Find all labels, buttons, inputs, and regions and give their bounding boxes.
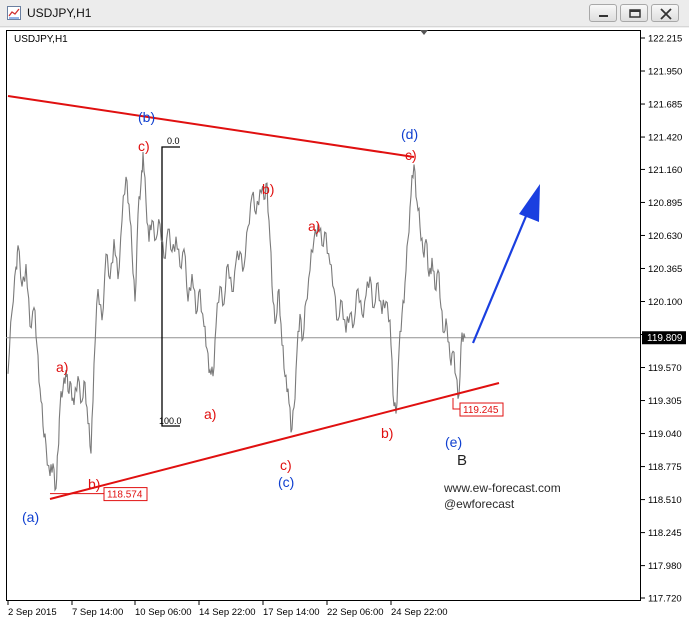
close-button[interactable] [651,4,679,22]
wave-label: a) [204,406,216,422]
x-tick-label: 10 Sep 06:00 [135,607,192,618]
y-tick-label: 117.720 [648,594,682,605]
restore-button[interactable] [620,4,648,22]
y-tick-label: 119.305 [648,396,682,407]
y-tick-label: 121.420 [648,133,682,144]
symbol-label: USDJPY,H1 [14,34,68,45]
chart-area[interactable]: USDJPY,H1 122.215 121.950 121.685 121.420 12… [0,28,689,627]
x-tick-label: 2 Sep 2015 [8,607,57,618]
wave-label: b) [88,476,100,492]
close-icon [660,8,672,20]
y-tick-label: 120.100 [648,297,682,308]
y-axis: 122.215 121.950 121.685 121.420 121.160 120.8… [640,34,682,605]
wave-label: (c) [278,474,294,490]
wave-label: c) [280,457,292,473]
y-tick-label: 117.980 [648,561,682,572]
window-title: USDJPY,H1 [27,6,92,20]
y-tick-label: 121.685 [648,100,682,111]
wave-label: b) [381,425,393,441]
watermark-site: www.ew-forecast.com [444,481,561,495]
y-tick-label: 121.160 [648,165,682,176]
x-tick-label: 22 Sep 06:00 [327,607,384,618]
y-tick-label: 119.040 [648,429,682,440]
wave-label: (e) [445,434,462,450]
fib-level-0: 0.0 [167,136,180,146]
current-price-label: 119.809 [647,333,683,344]
wave-label: c) [405,147,417,163]
chart-window: USDJPY,H1 USDJPY,H1 122.215 121.950 121.68… [0,0,689,627]
y-tick-label: 120.630 [648,231,682,242]
wave-label: a) [56,359,68,375]
x-tick-label: 7 Sep 14:00 [72,607,123,618]
callout-label: 119.245 [463,405,499,416]
x-tick-label: 24 Sep 22:00 [391,607,448,618]
wave-label: a) [308,218,320,234]
y-tick-label: 118.245 [648,528,682,539]
price-chart[interactable]: USDJPY,H1 122.215121.950121.685121.42012… [0,28,689,627]
wave-label: (d) [401,126,418,142]
chart-window-icon [7,6,21,20]
y-tick-label: 120.365 [648,264,682,275]
y-tick-label: 122.215 [648,34,682,45]
minimize-button[interactable] [589,4,617,22]
y-tick-label: 119.570 [648,363,682,374]
callout-label: 118.574 [107,490,143,501]
wave-label: b) [262,181,274,197]
wave-label: (a) [22,509,39,525]
y-tick-label: 118.510 [648,495,682,506]
x-tick-label: 14 Sep 22:00 [199,607,256,618]
wave-label: c) [138,138,150,154]
y-tick-label: 121.950 [648,67,682,78]
wave-label: B [457,452,467,469]
y-tick-label: 118.775 [648,462,682,473]
watermark-handle: @ewforecast [444,497,515,511]
fib-level-100: 100.0 [159,416,182,426]
x-tick-label: 17 Sep 14:00 [263,607,320,618]
minimize-icon [599,15,608,17]
x-axis: 2 Sep 2015 7 Sep 14:00 10 Sep 06:00 14 Sep … [7,600,448,618]
restore-icon [629,9,641,18]
title-bar[interactable]: USDJPY,H1 [0,0,689,27]
wave-label: (b) [138,109,155,125]
y-tick-label: 120.895 [648,198,682,209]
